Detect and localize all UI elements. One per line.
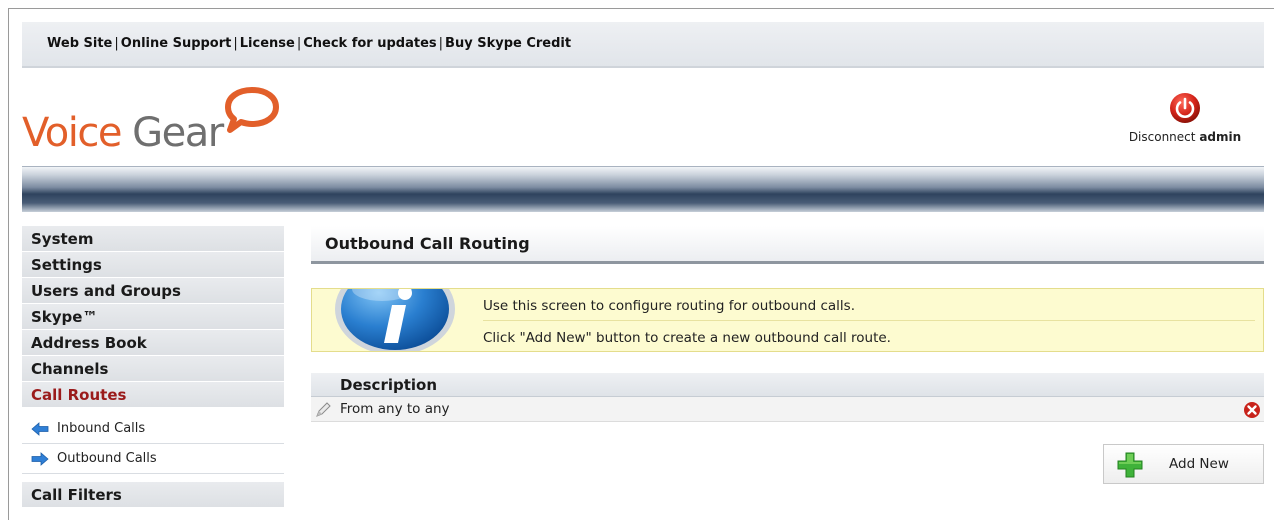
sidebar-item-call-routes[interactable]: Call Routes [22,382,284,408]
page-title: Outbound Call Routing [325,234,530,253]
info-box: Use this screen to configure routing for… [311,288,1264,352]
speech-bubble-icon [225,87,279,133]
disconnect-area[interactable]: Disconnect admin [1120,92,1250,144]
sidebar-subitem-outbound-calls[interactable]: Outbound Calls [22,444,284,474]
add-new-label: Add New [1169,456,1229,472]
link-web-site[interactable]: Web Site [47,36,112,51]
voicegear-logo: Voice Gear [22,84,292,160]
link-buy-skype-credit[interactable]: Buy Skype Credit [445,36,571,51]
sidebar-item-channels[interactable]: Channels [22,356,284,382]
main-content: Outbound Call Routing Use this screen to… [311,226,1264,484]
sidebar-subitem-label: Outbound Calls [57,450,157,466]
logo-text: Voice Gear [22,110,224,156]
link-check-updates[interactable]: Check for updates [303,36,436,51]
username: admin [1199,130,1242,144]
disconnect-label[interactable]: Disconnect admin [1120,130,1250,144]
table-header-description: Description [311,373,1264,397]
route-description: From any to any [340,401,450,417]
sidebar-item-call-filters[interactable]: Call Filters [22,482,284,508]
sidebar-item-address-book[interactable]: Address Book [22,330,284,356]
page-header: Outbound Call Routing [311,226,1264,264]
separator: | [296,36,302,51]
sidebar-item-settings[interactable]: Settings [22,252,284,278]
info-icon [335,289,455,351]
sidebar-subitem-label: Inbound Calls [57,420,146,436]
disconnect-text[interactable]: Disconnect [1129,130,1196,144]
power-icon[interactable] [1169,92,1201,124]
arrow-right-icon [31,451,49,466]
link-license[interactable]: License [240,36,295,51]
delete-icon[interactable] [1243,401,1261,419]
top-link-bar: Web Site | Online Support | License | Ch… [22,22,1264,68]
add-new-button[interactable]: Add New [1103,444,1264,484]
logo-word-voice: Voice [22,110,122,156]
link-online-support[interactable]: Online Support [121,36,232,51]
logo-word-gear: Gear [132,110,224,156]
separator: | [438,36,444,51]
separator: | [114,36,119,51]
sidebar-subitem-inbound-calls[interactable]: Inbound Calls [22,414,284,444]
header-gradient-bar [22,166,1264,212]
routes-table: Description From any to any [311,373,1264,422]
table-row[interactable]: From any to any [311,397,1264,422]
edit-icon[interactable] [315,402,331,418]
info-text-line2: Click "Add New" button to create a new o… [483,330,891,346]
sidebar: System Settings Users and Groups Skype™ … [22,226,284,508]
sidebar-item-users-and-groups[interactable]: Users and Groups [22,278,284,304]
arrow-left-icon [31,421,49,436]
top-links: Web Site | Online Support | License | Ch… [47,36,571,51]
info-text-line1: Use this screen to configure routing for… [483,297,1255,321]
sidebar-item-system[interactable]: System [22,226,284,252]
sidebar-item-skype[interactable]: Skype™ [22,304,284,330]
separator: | [233,36,238,51]
plus-icon [1117,452,1143,478]
